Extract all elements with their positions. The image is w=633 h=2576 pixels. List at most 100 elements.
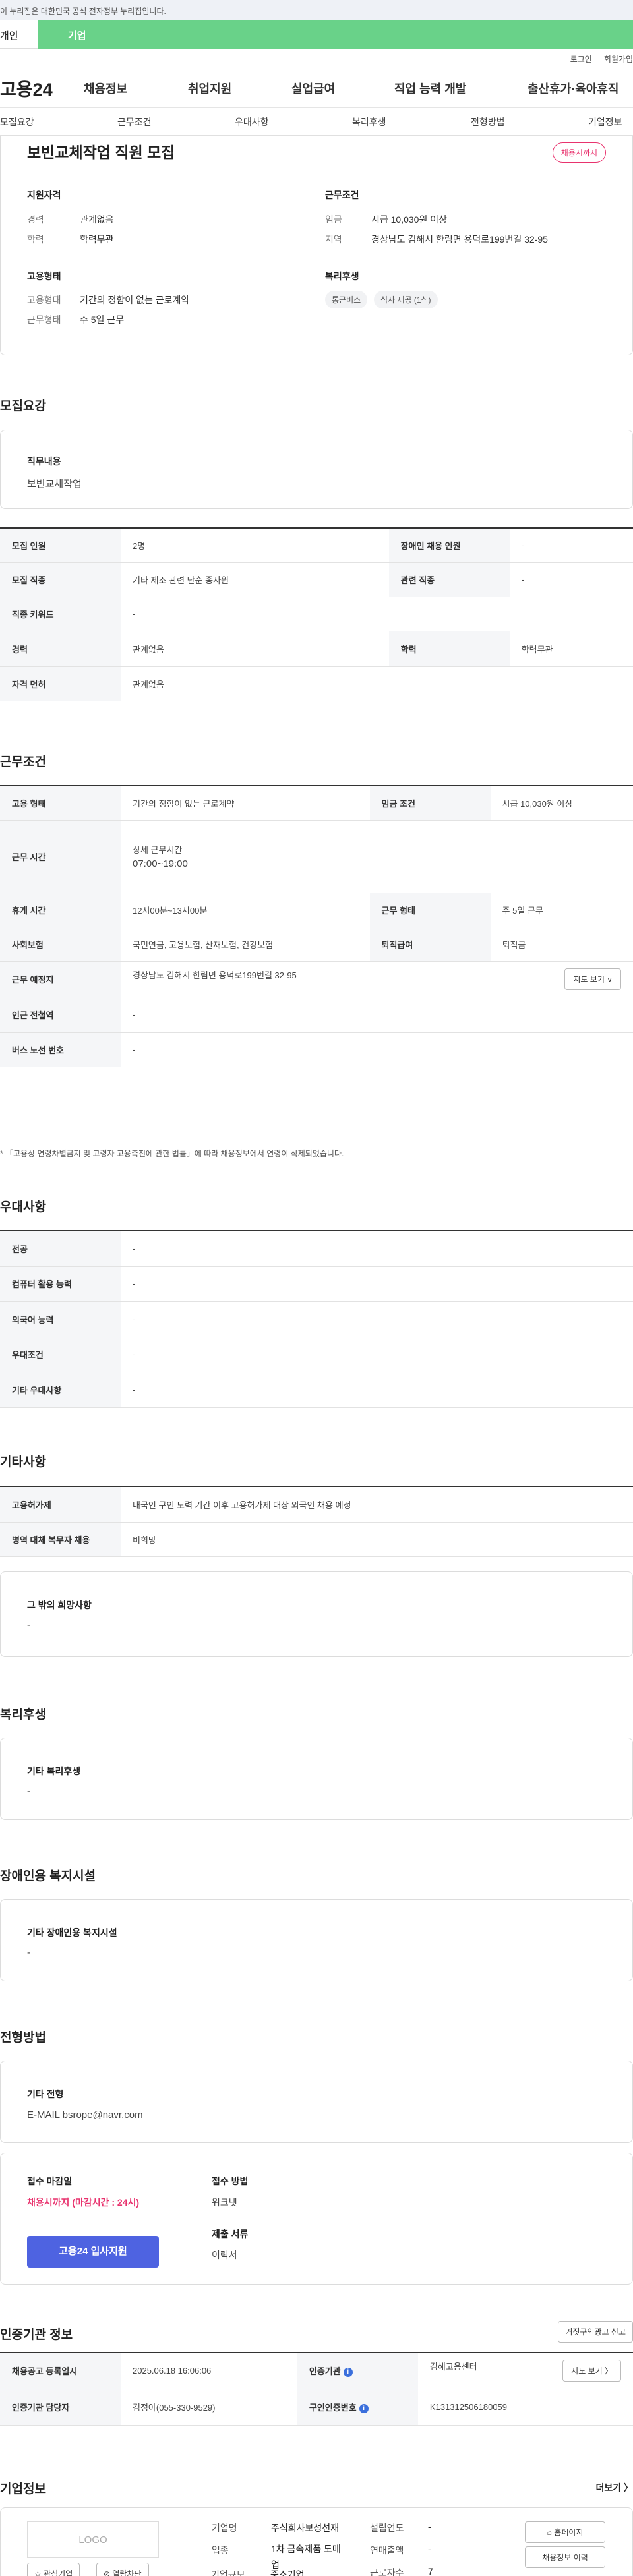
- section-title-work: 근무조건: [0, 755, 46, 769]
- td: 관계없음: [121, 666, 633, 701]
- founded: -: [428, 2521, 431, 2532]
- snb-company[interactable]: 기업정보: [588, 115, 622, 129]
- td: 주 5일 근무: [490, 893, 633, 927]
- cond-wage-label: 임금: [325, 214, 342, 225]
- homepage-button[interactable]: ⌂ 홈페이지: [525, 2521, 605, 2543]
- gnb-jobs[interactable]: 채용정보: [84, 80, 127, 97]
- cert-number-label: 구인인증번호: [309, 2403, 357, 2413]
- td: 기타 제조 관련 단순 종사원: [121, 562, 389, 597]
- td: 시급 10,030원 이상: [490, 786, 633, 821]
- work-table: 고용 형태 기간의 정함이 없는 근로계약 임금 조건 시급 10,030원 이상 근…: [0, 785, 633, 1067]
- homepage-label: 홈페이지: [554, 2528, 584, 2537]
- gnb-employment-support[interactable]: 취업지원: [188, 80, 231, 97]
- emp-shift: 주 5일 근무: [80, 314, 125, 325]
- td: 관계없음: [121, 631, 389, 667]
- fav-company-button[interactable]: ☆ 관심기업: [27, 2563, 80, 2576]
- section-title-pref: 우대사항: [0, 1200, 46, 1214]
- th: 인증기관 i: [297, 2353, 418, 2389]
- td: -: [509, 562, 633, 597]
- th: 근무 예정지: [0, 961, 121, 997]
- company-logo: LOGO: [27, 2521, 159, 2558]
- etc-table: 고용허가제 내국인 구인 노력 기간 이후 고용허가제 대상 외국인 채용 예정 …: [0, 1486, 633, 1557]
- th: 인근 전철역: [0, 997, 121, 1033]
- signup-link[interactable]: 회원가입: [604, 53, 633, 65]
- th: 모집 직종: [0, 562, 121, 597]
- method-value: 워크넷: [212, 2197, 237, 2208]
- benefit-box: 기타 복리후생 -: [0, 1738, 633, 1820]
- cond-wage: 시급 10,030원 이상: [371, 214, 447, 225]
- snb-benefit[interactable]: 복리후생: [352, 115, 386, 129]
- duty-value: 보빈교체작업: [27, 479, 82, 490]
- snb-work[interactable]: 근무조건: [117, 115, 152, 129]
- recruit-table: 모집 인원 2명 장애인 채용 인원 - 모집 직종 기타 제조 관련 단순 종사원 관련…: [0, 527, 633, 701]
- table-row: 휴게 시간 12시00분~13시00분 근무 형태 주 5일 근무: [0, 893, 633, 927]
- company-box: LOGO ☆ 관심기업 ⊘ 열람차단 기업명 주식회사보성선재 업종 1차 금속제품…: [0, 2507, 633, 2576]
- th: 자격 면허: [0, 666, 121, 701]
- summary-card: 보빈교체작업 직원 모집 채용시까지 지원자격 경력 관계없음 학력 학력무관 근무…: [0, 136, 633, 355]
- th: 구인인증번호 i: [297, 2389, 418, 2426]
- revenue-label: 연매출액: [370, 2545, 404, 2556]
- th: 우대조건: [0, 1337, 121, 1372]
- table-row: 근무 예정지 경상남도 김해시 한림면 용덕로199번길 32-95 지도 보기 ∨: [0, 961, 633, 997]
- td: -: [121, 1337, 633, 1372]
- site-logo[interactable]: 고용24: [0, 75, 82, 101]
- tab-company[interactable]: 기업: [38, 20, 633, 49]
- td: -: [121, 1231, 633, 1267]
- gnb-unemployment[interactable]: 실업급여: [291, 80, 335, 97]
- cert-map-button[interactable]: 지도 보기 〉: [562, 2360, 621, 2382]
- section-title-process: 전형방법: [0, 2031, 46, 2045]
- revenue: -: [428, 2544, 431, 2554]
- block-company-button[interactable]: ⊘ 열람차단: [96, 2563, 149, 2576]
- login-link[interactable]: 로그인: [570, 53, 592, 65]
- snb-pref[interactable]: 우대사항: [235, 115, 269, 129]
- apply-button[interactable]: 고용24 입사지원: [27, 2236, 159, 2268]
- snb-process[interactable]: 전형방법: [471, 115, 505, 129]
- deadline-badge: 채용시까지: [552, 142, 606, 163]
- snb-recruit[interactable]: 모집요강: [0, 115, 34, 129]
- process-value: E-MAIL bsrope@navr.com: [27, 2109, 143, 2121]
- cond-title: 근무조건: [325, 190, 359, 200]
- th: 버스 노선 번호: [0, 1032, 121, 1067]
- td: 김해고용센터 지도 보기 〉: [417, 2353, 633, 2389]
- hope-value: -: [27, 1620, 30, 1631]
- th: 모집 인원: [0, 528, 121, 563]
- docs-label: 제출 서류: [212, 2229, 249, 2239]
- tab-personal[interactable]: 개인: [0, 20, 38, 49]
- td: 2명: [121, 528, 389, 563]
- section-title-recruit: 모집요강: [0, 399, 46, 413]
- qual-edu: 학력무관: [80, 234, 114, 245]
- table-row: 경력 관계없음 학력 학력무관: [0, 631, 633, 667]
- table-row: 컴퓨터 활용 능력 -: [0, 1266, 633, 1302]
- th: 휴게 시간: [0, 893, 121, 927]
- td: -: [509, 528, 633, 563]
- job-history-button[interactable]: 채용정보 이력: [525, 2546, 605, 2568]
- report-button[interactable]: 거짓구인광고 신고: [558, 2321, 633, 2343]
- td: 내국인 구인 노력 기간 이후 고용허가제 대상 외국인 채용 예정: [121, 1486, 633, 1523]
- table-row: 전공 -: [0, 1231, 633, 1267]
- method-label: 접수 방법: [212, 2176, 249, 2186]
- td: 퇴직금: [490, 927, 633, 962]
- td: -: [121, 1372, 633, 1408]
- qual-career-label: 경력: [27, 214, 44, 225]
- info-icon[interactable]: i: [343, 2367, 353, 2377]
- map-button[interactable]: 지도 보기 ∨: [564, 968, 621, 990]
- cert-table: 채용공고 등록일시 2025.06.18 16:06:06 인증기관 i 김해고용센터 지…: [0, 2352, 633, 2426]
- company-more-link[interactable]: 더보기 〉: [595, 2481, 633, 2494]
- gnb-parental-leave[interactable]: 출산휴가·육아휴직: [528, 80, 618, 97]
- th: 인증기관 담당자: [0, 2389, 121, 2426]
- table-row: 사회보험 국민연금, 고용보험, 산재보험, 건강보험 퇴직급여 퇴직금: [0, 927, 633, 962]
- th: 근무 형태: [369, 893, 491, 927]
- cert-agency: 김해고용센터: [429, 2362, 477, 2372]
- qual-career: 관계없음: [80, 214, 114, 225]
- td: 비희망: [121, 1522, 633, 1557]
- info-icon[interactable]: i: [359, 2403, 369, 2413]
- gnb-training[interactable]: 직업 능력 개발: [394, 80, 466, 97]
- td: 경상남도 김해시 한림면 용덕로199번길 32-95 지도 보기 ∨: [121, 961, 633, 997]
- qual-edu-label: 학력: [27, 234, 44, 245]
- th: 컴퓨터 활용 능력: [0, 1266, 121, 1302]
- founded-label: 설립연도: [370, 2523, 404, 2533]
- welfare-chip: 식사 제공 (1식): [374, 291, 438, 308]
- th: 근무 시간: [0, 820, 121, 893]
- emp-type-label: 고용형태: [27, 295, 61, 305]
- employees: 7명: [428, 2566, 433, 2576]
